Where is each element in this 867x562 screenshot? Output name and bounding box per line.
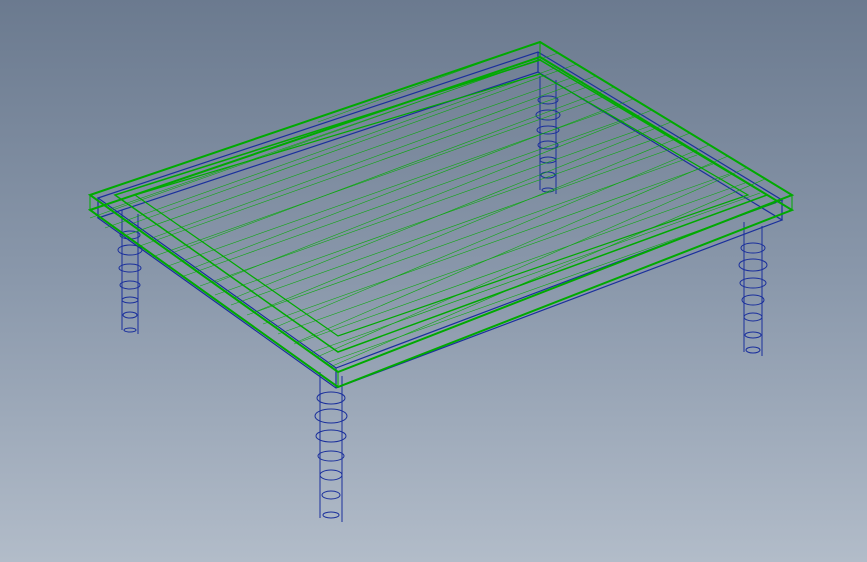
- cad-viewport[interactable]: [0, 0, 867, 562]
- model-wireframe: [0, 0, 867, 562]
- tabletop-grid: [90, 48, 776, 367]
- leg-front-right: [739, 222, 767, 356]
- leg-front-left: [315, 372, 347, 522]
